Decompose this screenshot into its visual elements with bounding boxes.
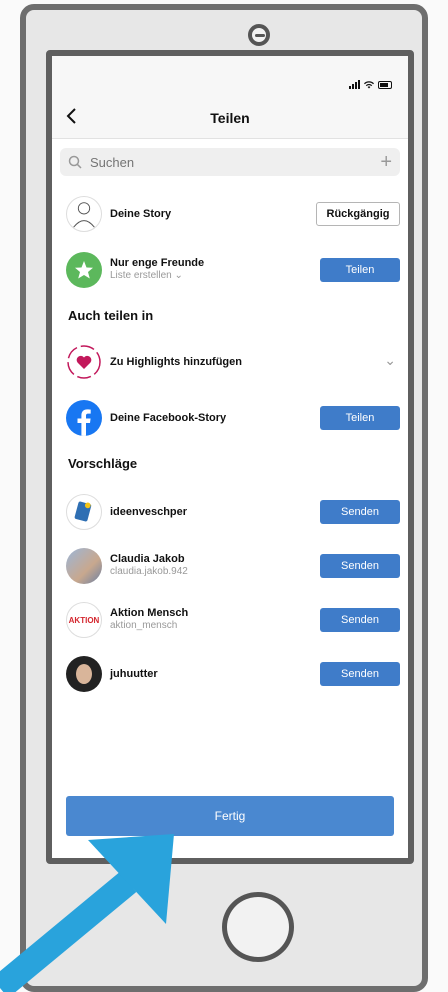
share-facebook-button[interactable]: Teilen: [320, 406, 400, 430]
wifi-icon: [364, 80, 374, 88]
send-button[interactable]: Senden: [320, 554, 400, 578]
status-icons: [349, 80, 392, 89]
contact-username: aktion_mensch: [110, 620, 178, 631]
close-friends-row: Nur enge Freunde Liste erstellen ⌄ Teile…: [52, 250, 408, 290]
story-name: Deine Story: [110, 208, 172, 220]
page-title: Teilen: [210, 110, 250, 126]
list-item: Claudia Jakob claudia.jakob.942 Senden: [52, 546, 408, 586]
undo-button[interactable]: Rückgängig: [316, 202, 400, 226]
send-button[interactable]: Senden: [320, 608, 400, 632]
star-icon: [75, 261, 93, 279]
avatar: [66, 196, 102, 232]
create-list-link[interactable]: Liste erstellen ⌄: [110, 270, 183, 281]
contact-username: claudia.jakob.942: [110, 566, 188, 577]
signal-icon: [349, 80, 360, 89]
highlights-avatar: [66, 344, 102, 380]
highlights-row[interactable]: Zu Highlights hinzufügen ⌄: [52, 342, 408, 382]
search-icon: [68, 155, 82, 169]
add-icon[interactable]: +: [380, 152, 392, 172]
book-icon: [74, 501, 92, 522]
facebook-story-name: Deine Facebook-Story: [110, 412, 227, 424]
home-indicator: [172, 862, 300, 864]
story-row: Deine Story Rückgängig: [52, 194, 408, 234]
list-item: AKTION Aktion Mensch aktion_mensch Sende…: [52, 600, 408, 640]
avatar: [66, 548, 102, 584]
contact-name: Claudia Jakob: [110, 553, 185, 565]
avatar: [66, 494, 102, 530]
suggestions-heading: Vorschläge: [68, 456, 138, 471]
facebook-avatar: [66, 400, 102, 436]
facebook-story-row: Deine Facebook-Story Teilen: [52, 398, 408, 438]
send-button[interactable]: Senden: [320, 500, 400, 524]
close-friends-name: Nur enge Freunde: [110, 257, 205, 269]
contact-name: juhuutter: [110, 668, 158, 680]
search-bar[interactable]: +: [60, 148, 400, 176]
battery-icon: [378, 80, 392, 89]
camera-icon: [248, 24, 270, 46]
share-close-friends-button[interactable]: Teilen: [320, 258, 400, 282]
phone-screen: Teilen + Deine Story Rückgängig Nur enge…: [46, 50, 414, 864]
search-input[interactable]: [88, 153, 381, 171]
home-button[interactable]: [222, 892, 294, 962]
share-section-heading: Auch teilen in: [68, 308, 154, 323]
send-button[interactable]: Senden: [320, 662, 400, 686]
close-friends-avatar: [66, 252, 102, 288]
status-bar: [52, 56, 408, 96]
pointer-arrow-icon: [0, 834, 174, 992]
heart-icon: [67, 345, 101, 379]
aktion-mensch-logo: AKTION: [66, 602, 102, 638]
highlights-name: Zu Highlights hinzufügen: [110, 356, 242, 368]
sketch-avatar-icon: [73, 202, 95, 228]
facebook-icon: [77, 409, 91, 436]
list-item: ideenveschper Senden: [52, 492, 408, 532]
create-list-label: Liste erstellen: [110, 270, 172, 281]
portrait-icon: [76, 664, 92, 684]
contact-name: ideenveschper: [110, 506, 188, 518]
chevron-down-icon: ⌄: [174, 270, 183, 281]
chevron-down-icon[interactable]: ⌄: [384, 352, 396, 369]
nav-bar: Teilen: [52, 96, 408, 139]
avatar: [66, 656, 102, 692]
contact-name: Aktion Mensch: [110, 607, 189, 619]
list-item: juhuutter Senden: [52, 654, 408, 694]
